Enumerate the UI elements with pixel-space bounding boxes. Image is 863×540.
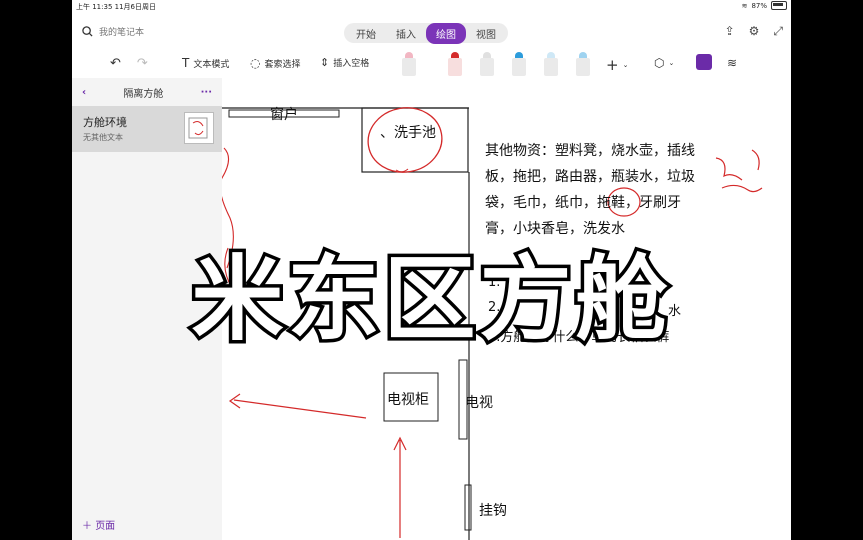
tab-insert[interactable]: 插入 xyxy=(386,23,426,44)
chevron-down-icon: ⌄ xyxy=(622,61,629,69)
page-thumbnail xyxy=(184,112,214,144)
battery-icon xyxy=(771,1,787,10)
back-chevron-icon[interactable]: ‹ xyxy=(82,87,86,98)
label-hook: 挂钩 xyxy=(479,503,507,519)
gear-icon[interactable]: ⚙ xyxy=(749,24,760,39)
notes-line: 其他物资：塑料凳，烧水壶，插线 xyxy=(485,143,695,159)
notes-line: 袋，毛巾，纸巾，拖鞋，牙刷牙 xyxy=(485,195,681,211)
plus-icon: ＋ xyxy=(82,521,92,532)
search-box[interactable]: 我的笔记本 xyxy=(82,25,144,38)
status-time: 上午 11:35 11月6日周日 xyxy=(76,3,156,11)
label-sink: 、洗手池 xyxy=(380,125,436,141)
label-tv-cabinet: 电视柜 xyxy=(387,392,429,408)
search-placeholder: 我的笔记本 xyxy=(99,28,145,38)
insert-space-icon: ⇕ xyxy=(320,56,330,69)
app-header: 我的笔记本 开始 插入 绘图 视图 ⇪ ⚙ ⤢ xyxy=(72,12,791,48)
add-page-label: 页面 xyxy=(95,521,116,532)
lasso-select-label: 套索选择 xyxy=(264,59,301,70)
more-options-icon[interactable]: ··· xyxy=(201,87,212,98)
lasso-select-button[interactable]: ◌ 套索选择 xyxy=(250,56,301,70)
page-subtitle: 无其他文本 xyxy=(83,133,123,142)
insert-space-button[interactable]: ⇕ 插入空格 xyxy=(320,56,369,69)
battery-percent: 87% xyxy=(751,1,767,10)
ink-options-button[interactable]: ≋ xyxy=(727,56,737,70)
status-bar: 上午 11:35 11月6日周日 ≋ 87% xyxy=(72,0,791,12)
highlighter-blue-tool[interactable] xyxy=(576,52,590,76)
shapes-icon: ⬡ xyxy=(654,56,665,70)
undo-icon[interactable]: ↶ xyxy=(110,56,121,71)
tab-view[interactable]: 视图 xyxy=(466,23,506,44)
lasso-icon: ◌ xyxy=(250,56,261,70)
search-icon xyxy=(82,26,93,37)
expand-icon[interactable]: ⤢ xyxy=(773,24,783,39)
ink-color-button[interactable] xyxy=(696,54,712,70)
shapes-button[interactable]: ⬡ ⌄ xyxy=(654,56,674,70)
video-title-overlay: 米东区方舱 xyxy=(188,243,672,357)
tab-draw[interactable]: 绘图 xyxy=(426,22,466,44)
page-list-item[interactable]: 方舱环境 无其他文本 xyxy=(72,106,222,152)
pen-blue-tool[interactable] xyxy=(512,52,526,76)
tab-home[interactable]: 开始 xyxy=(346,23,386,44)
plus-icon: + xyxy=(606,56,619,74)
eraser-tool[interactable] xyxy=(402,52,416,76)
draw-toolbar: ↶ ↷ T 文本模式 ◌ 套索选择 ⇕ 插入空格 + ⌄ ⬡ ⌄ ≋ xyxy=(72,48,791,79)
section-title: 隔离方舱 xyxy=(123,88,164,100)
add-pen-button[interactable]: + ⌄ xyxy=(606,56,628,74)
chevron-down-icon: ⌄ xyxy=(668,59,675,67)
ink-options-icon: ≋ xyxy=(727,56,738,70)
highlighter-tool[interactable] xyxy=(544,52,558,76)
label-window: 窗户 xyxy=(270,107,298,123)
text-cursor-icon: T xyxy=(182,56,190,70)
page-title: 方舱环境 xyxy=(83,116,127,129)
label-tv: 电视 xyxy=(465,395,493,411)
ribbon-tabs: 开始 插入 绘图 视图 xyxy=(344,22,508,44)
share-icon[interactable]: ⇪ xyxy=(725,24,735,39)
text-mode-button[interactable]: T 文本模式 xyxy=(182,56,229,70)
redo-icon[interactable]: ↷ xyxy=(137,56,148,71)
wifi-icon: ≋ xyxy=(741,1,748,10)
insert-space-label: 插入空格 xyxy=(333,59,370,69)
text-mode-label: 文本模式 xyxy=(193,59,230,70)
pen-light-tool[interactable] xyxy=(480,52,494,76)
pen-red-tool[interactable] xyxy=(448,52,462,76)
notes-line: 板，拖把，路由器，瓶装水，垃圾 xyxy=(485,169,695,185)
add-page-button[interactable]: ＋ 页面 xyxy=(82,517,115,532)
